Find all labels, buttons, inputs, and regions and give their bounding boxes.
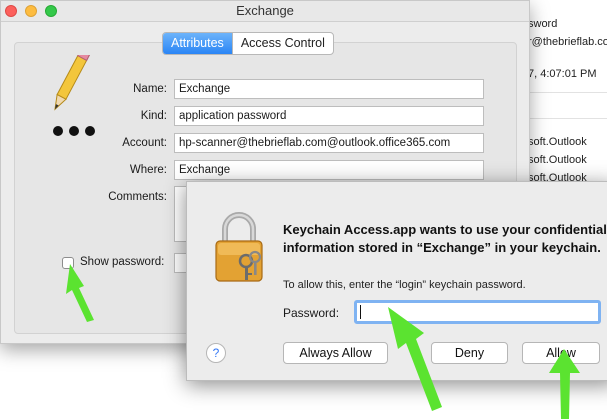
bg-text: soft.Outlook: [528, 154, 587, 166]
account-label: Account:: [122, 137, 167, 149]
kind-field[interactable]: application password: [174, 106, 484, 126]
window-title: Exchange: [236, 3, 294, 18]
annotation-arrow: [66, 264, 94, 322]
pencil-icon: [53, 55, 95, 136]
text-caret: [360, 305, 361, 319]
title-bar[interactable]: Exchange: [1, 1, 529, 22]
bg-text: 7, 4:07:01 PM: [528, 68, 597, 80]
name-label: Name:: [133, 83, 167, 95]
help-button[interactable]: ?: [206, 343, 226, 363]
annotation-arrow: [549, 349, 580, 419]
tab-control: Attributes Access Control: [162, 32, 334, 55]
comments-label: Comments:: [108, 191, 167, 203]
annotation-arrow: [388, 307, 442, 411]
bg-text: sword: [528, 18, 558, 30]
tab-attributes[interactable]: Attributes: [163, 33, 232, 54]
kind-label: Kind:: [140, 110, 167, 122]
always-allow-button[interactable]: Always Allow: [283, 342, 388, 364]
password-label: Password:: [283, 306, 340, 320]
where-label: Where:: [129, 164, 167, 176]
bg-text: r@thebrieflab.com: [528, 36, 607, 48]
lock-keys-icon: [215, 212, 263, 282]
bg-text: soft.Outlook: [528, 136, 587, 148]
dialog-instruction: To allow this, enter the “login” keychai…: [283, 279, 526, 291]
tab-access-control[interactable]: Access Control: [231, 33, 333, 54]
account-field[interactable]: hp-scanner@thebrieflab.com@outlook.offic…: [174, 133, 484, 153]
where-field[interactable]: Exchange: [174, 160, 484, 180]
dialog-message: Keychain Access.app wants to use your co…: [283, 222, 607, 255]
name-field[interactable]: Exchange: [174, 79, 484, 99]
